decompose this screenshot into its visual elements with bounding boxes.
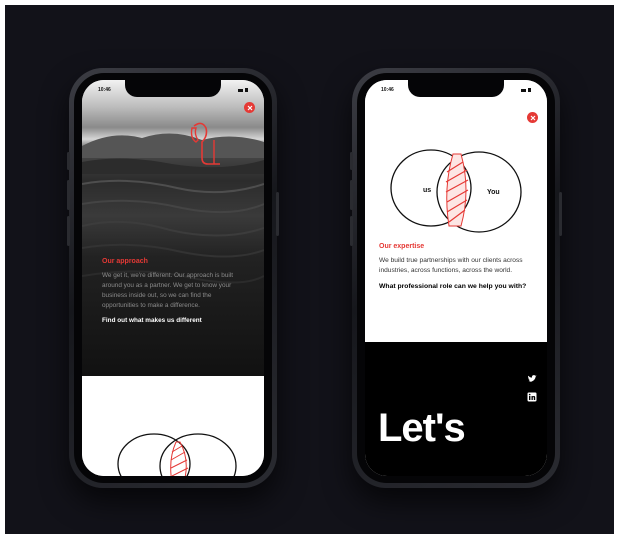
section-body: We build true partnerships with our clie… (379, 257, 523, 274)
phone-mockup-left: 10:46 Our approach We get it, we're diff… (67, 68, 279, 488)
section-eyebrow: Our approach (102, 258, 148, 265)
contact-heading: Let's (378, 406, 466, 450)
notch (125, 80, 221, 97)
mute-switch (67, 152, 70, 170)
power-button (559, 192, 562, 236)
sea-photo (82, 133, 264, 284)
approach-section: Our approach We get it, we're different.… (102, 258, 240, 324)
role-question[interactable]: What professional role can we help you w… (379, 282, 535, 292)
expertise-section: Our expertise We build true partnerships… (379, 243, 535, 292)
venn-preview (82, 376, 264, 476)
status-time: 10:46 (98, 87, 111, 93)
mute-switch (350, 152, 353, 170)
status-time: 10:46 (381, 87, 394, 93)
phone-mockup-right: 10:46 us You Our expertise We build true… (350, 68, 562, 488)
showcase-background: 10:46 Our approach We get it, we're diff… (5, 5, 614, 534)
signal-icon (238, 88, 248, 92)
venn-left-label: us (423, 187, 431, 194)
venn-diagram-sketch (117, 433, 237, 476)
volume-up-button (350, 180, 353, 210)
close-button[interactable] (527, 112, 538, 123)
close-button[interactable] (244, 102, 255, 113)
venn-right-label: You (487, 189, 500, 196)
close-icon (530, 115, 535, 120)
contact-footer: Let's (365, 342, 547, 476)
section-eyebrow: Our expertise (379, 243, 425, 250)
phone-screen: 10:46 us You Our expertise We build true… (365, 80, 547, 476)
headphone-sketch-icon (190, 122, 220, 165)
social-links (527, 374, 537, 402)
twitter-icon[interactable] (527, 374, 537, 384)
venn-diagram-sketch: us You (390, 149, 522, 233)
signal-icon (521, 88, 531, 92)
expertise-panel: us You Our expertise We build true partn… (365, 80, 547, 342)
close-icon (247, 105, 252, 110)
linkedin-icon[interactable] (527, 392, 537, 402)
power-button (276, 192, 279, 236)
phone-screen: 10:46 Our approach We get it, we're diff… (82, 80, 264, 476)
volume-up-button (67, 180, 70, 210)
volume-down-button (350, 216, 353, 246)
find-out-link[interactable]: Find out what makes us different (102, 317, 240, 324)
volume-down-button (67, 216, 70, 246)
hero-image: Our approach We get it, we're different.… (82, 80, 264, 376)
notch (408, 80, 504, 97)
section-body: We get it, we're different. Our approach… (102, 272, 233, 309)
